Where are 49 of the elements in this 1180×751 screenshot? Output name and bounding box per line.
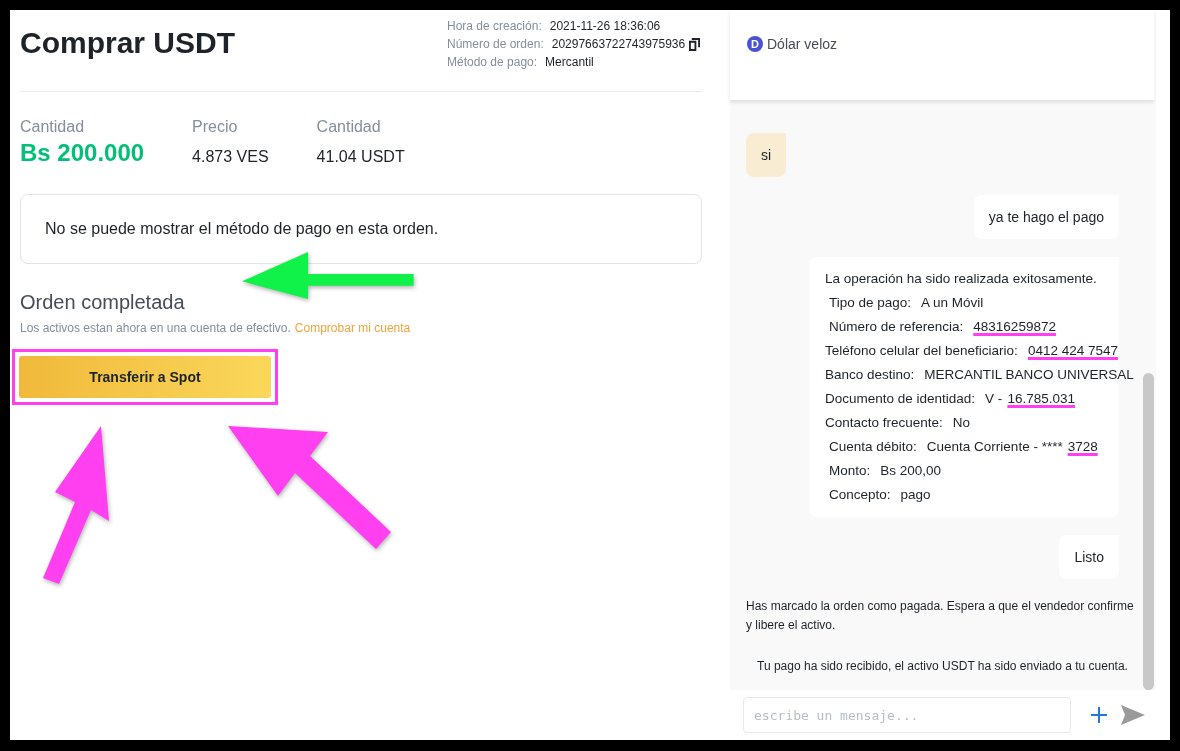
avatar-icon: D <box>747 36 763 52</box>
receipt-label: Banco destino: <box>825 366 915 384</box>
receipt-value: No <box>952 414 971 432</box>
meta-value: 20297663722743975936 <box>551 36 686 53</box>
stat-value: Bs 200.000 <box>20 140 145 166</box>
redacted-value: 16.785.031 <box>1007 390 1075 408</box>
receipt-value: V - <box>985 390 1003 408</box>
redacted-value: 48316259872 <box>973 318 1056 336</box>
contact-name: Dólar veloz <box>767 36 838 52</box>
meta-label: Número de orden: <box>447 36 544 53</box>
receipt-label: Concepto: <box>829 486 891 504</box>
receipt-label: Número de referencia: <box>829 318 964 336</box>
copy-icon[interactable] <box>689 37 701 51</box>
notice-text: No se puede mostrar el método de pago en esta orden. <box>45 220 439 238</box>
page-title: Comprar USDT <box>20 26 236 61</box>
receipt-value: Bs 200,00 <box>880 462 942 480</box>
receipt-label: Monto: <box>829 462 871 480</box>
redacted-value: 3728 <box>1067 438 1098 456</box>
message-input[interactable]: escribe un mensaje... <box>743 697 1071 733</box>
receipt-label: La operación ha sido realizada exitosamente. <box>825 270 1097 288</box>
stat-label: Precio <box>192 117 239 137</box>
receipt-label: Teléfono celular del beneficiario: <box>825 342 1018 360</box>
meta-value: 2021-11-26 18:36:06 <box>549 18 661 35</box>
receipt-value: Cuenta Corriente - **** <box>926 438 1063 456</box>
receipt-value: MERCANTIL BANCO UNIVERSAL <box>924 366 1134 384</box>
meta-label: Hora de creación: <box>447 18 542 35</box>
chat-bubble: ya te hago el pago <box>973 195 1119 239</box>
stat-value: 4.873 VES <box>192 147 269 167</box>
receipt-label: Contacto frecuente: <box>825 414 943 432</box>
meta-label: Método de pago: <box>447 54 538 71</box>
stat-label: Cantidad <box>20 117 86 137</box>
receipt-label: Tipo de pago: <box>829 294 912 312</box>
system-message: Has marcado la orden como pagada. Espera a que el vendedor confirme y libere el activo. <box>746 598 1135 634</box>
receipt-label: Cuenta débito: <box>829 438 917 456</box>
receipt-value: A un Móvil <box>921 294 984 312</box>
redacted-value: 0412 424 7547 <box>1027 342 1118 360</box>
send-icon[interactable] <box>1121 705 1145 725</box>
plus-icon[interactable] <box>1091 707 1107 723</box>
stat-value: 41.04 USDT <box>316 147 405 167</box>
stat-label: Cantidad <box>316 117 382 137</box>
status-text: Los activos estan ahora en una cuenta de efectivo. <box>20 321 291 335</box>
receipt-value: pago <box>900 486 931 504</box>
meta-value: Mercantil <box>545 54 594 71</box>
system-message: Tu pago ha sido recibido, el activo USDT ha sido enviado a tu cuenta. <box>756 658 1129 675</box>
receipt-label: Documento de identidad: <box>825 390 976 408</box>
chat-bubble: Listo <box>1059 535 1119 579</box>
transfer-button[interactable]: Transferir a Spot <box>19 356 271 398</box>
chat-bubble: si <box>746 133 787 177</box>
status-title: Orden completada <box>20 290 186 315</box>
